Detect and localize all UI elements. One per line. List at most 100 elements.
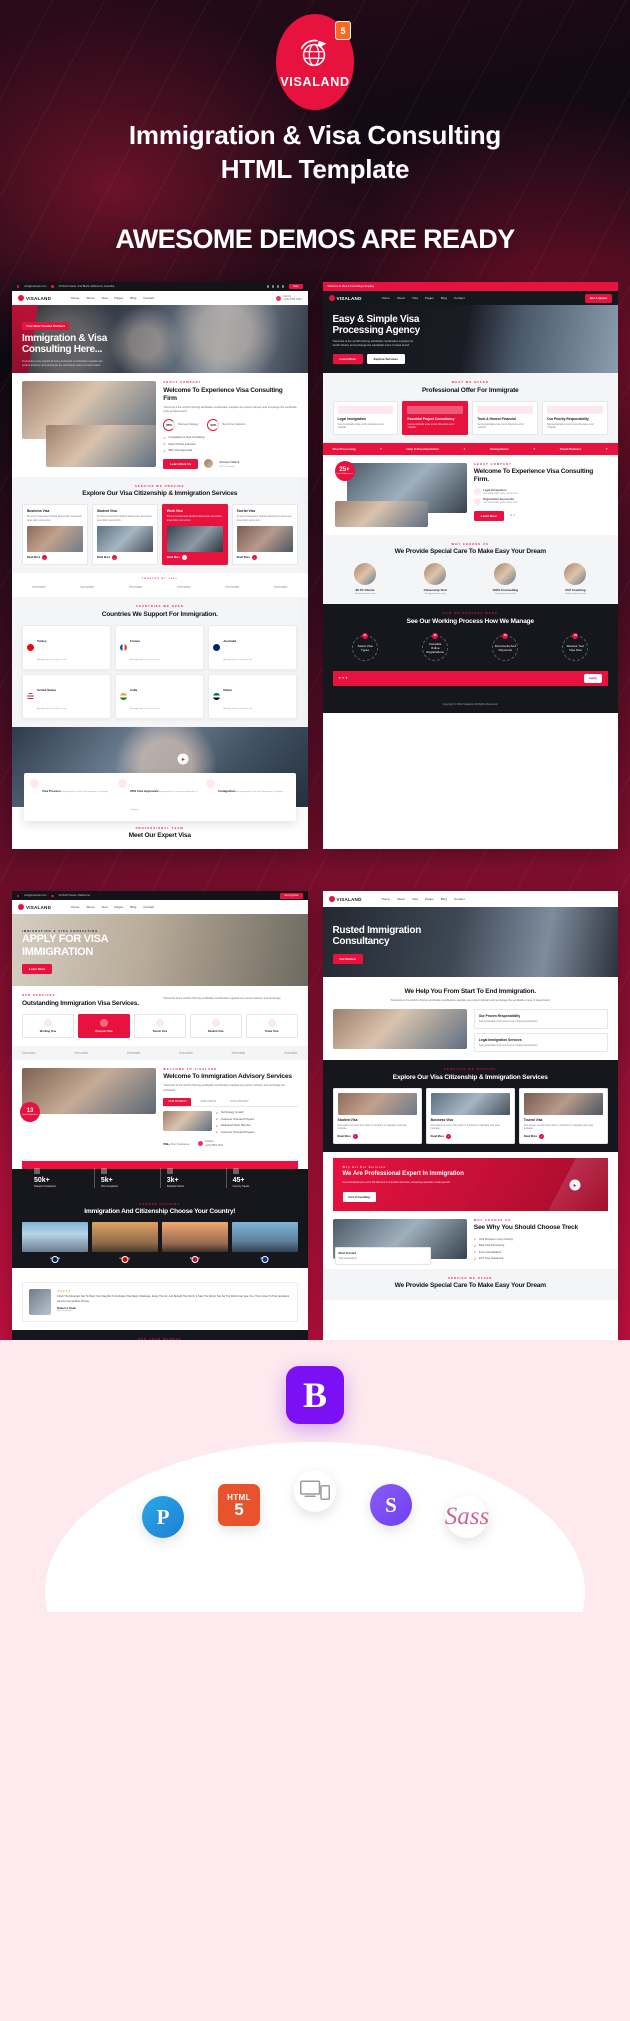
demo2-hero-secondary-button[interactable]: Explore Services	[366, 354, 405, 365]
menu-item-pages[interactable]: Pages	[114, 905, 123, 909]
menu-item-contact[interactable]: Contact	[143, 905, 154, 909]
offer-card[interactable]: Trust & Honest Financial Sed perspiciati…	[472, 400, 539, 435]
menu-item-visa[interactable]: Visa	[101, 296, 107, 300]
demo1-about-button[interactable]: Learn More Us	[163, 458, 199, 469]
menu-item-pages[interactable]: Pages	[425, 296, 434, 300]
city-item[interactable]: Australia	[22, 1222, 88, 1264]
tab-our-mission[interactable]: OUR MISSION	[163, 1097, 192, 1106]
location-icon	[51, 894, 54, 897]
demo3-topbar-cta[interactable]: Get A Quote	[280, 892, 303, 899]
service-tile[interactable]: Travel Visa	[245, 1013, 298, 1038]
service-link[interactable]: Read More	[167, 556, 180, 559]
demo1-video-block[interactable]: ▶ Visa ProcessSed perspiciatis unde omni…	[12, 726, 308, 821]
demo2-menu[interactable]: Home About Visa Pages Blog Contact	[382, 296, 465, 300]
demo3-logo[interactable]: VISALAND	[18, 904, 51, 911]
demo2-hero-primary-button[interactable]: Learn More	[332, 354, 363, 365]
demo1-menu[interactable]: Home About Visa Pages Blog Contact	[71, 296, 154, 300]
country-item[interactable]: Dubai Average time to receive a visa	[208, 673, 298, 719]
demo4-expert-button[interactable]: Free Consulting	[342, 1191, 376, 1202]
menu-item-visa[interactable]: Visa	[101, 905, 107, 909]
demo4-hero-button[interactable]: Get Started	[332, 953, 363, 964]
country-item[interactable]: Australia Average time to receive a visa	[208, 624, 298, 670]
country-item[interactable]: India Average time to receive a visa	[115, 673, 205, 719]
demo2-logo[interactable]: VISALAND	[328, 295, 362, 301]
demo1-topbar-address: 20 North Street, 2nd Block, Melbourne, A…	[58, 285, 115, 288]
social-icons[interactable]	[266, 285, 285, 288]
demo4-menu[interactable]: Home About Visa Pages Blog Contact	[382, 897, 465, 901]
service-card[interactable]: Business Visa Duis autem vel eum iriure …	[425, 1087, 515, 1144]
demo-card-3[interactable]: info@example.com 20 North Street, Melbou…	[12, 891, 308, 1340]
service-tile[interactable]: Student Visa	[189, 1013, 242, 1038]
service-card[interactable]: Business Visa Sit amet consectetur facil…	[22, 504, 88, 566]
city-item[interactable]: Russia	[231, 1222, 298, 1264]
demo2-about-button[interactable]: Learn More	[473, 510, 504, 521]
service-link[interactable]: Read More	[27, 556, 40, 559]
service-link[interactable]: Read More	[338, 1135, 351, 1138]
play-icon[interactable]: ▶	[177, 753, 189, 765]
service-link[interactable]: Read More	[97, 556, 110, 559]
service-tile[interactable]: Tourist Visa	[133, 1013, 186, 1038]
demo1-topbar-cta[interactable]: Help	[289, 283, 303, 290]
demo1-about-title: Welcome To Experience Visa Consulting Fi…	[163, 386, 283, 402]
demo-card-2[interactable]: Welcome to Visa & Consulting Company VIS…	[322, 282, 618, 850]
menu-item-contact[interactable]: Contact	[454, 296, 465, 300]
tab-our-history[interactable]: OUR HISTORY	[225, 1098, 254, 1106]
demo3-testimonial-section: ★★★★★ Climb The Mountain Not To Plant Yo…	[12, 1268, 308, 1331]
offer-card[interactable]: Legal Immigration Sed perspiciatis unde …	[332, 400, 399, 435]
process-cta-button[interactable]: Apply	[583, 673, 602, 683]
service-title: Student Visa	[337, 1117, 358, 1122]
menu-item-pages[interactable]: Pages	[425, 897, 434, 901]
service-card[interactable]: Student Visa Duis autem vel eum iriure d…	[332, 1087, 422, 1144]
menu-item-blog[interactable]: Blog	[441, 897, 447, 901]
demo3-hero: IMMIGRATION & VISA CONSULTING APPLY FOR …	[12, 914, 308, 987]
menu-item-home[interactable]: Home	[71, 905, 79, 909]
offer-card[interactable]: Our Priority Responsibility Sed perspici…	[542, 400, 608, 435]
page-title-line2: HTML Template	[220, 154, 410, 185]
menu-item-home[interactable]: Home	[71, 296, 79, 300]
menu-item-pages[interactable]: Pages	[114, 296, 123, 300]
tab-our-vision[interactable]: OUR VISION	[195, 1098, 221, 1106]
service-link[interactable]: Read More	[431, 1135, 444, 1138]
menu-item-blog[interactable]: Blog	[130, 905, 136, 909]
demo3-hero-button[interactable]: Learn More	[22, 963, 53, 974]
advisory-tabs[interactable]: OUR MISSION OUR VISION OUR HISTORY	[163, 1097, 298, 1107]
menu-item-visa[interactable]: Visa	[412, 296, 418, 300]
menu-item-home[interactable]: Home	[382, 897, 390, 901]
menu-item-about[interactable]: About	[86, 905, 94, 909]
menu-item-blog[interactable]: Blog	[441, 296, 447, 300]
service-card-active[interactable]: Work Visa Sit amet consectetur facilisis…	[161, 504, 228, 566]
service-link[interactable]: Read More	[237, 556, 250, 559]
demo2-offer-eyebrow: WHAT WE OFFER	[451, 381, 489, 384]
play-icon[interactable]: ▶	[569, 1179, 581, 1191]
country-item[interactable]: France Average time to receive a visa	[115, 624, 205, 670]
demo-card-4[interactable]: VISALAND Home About Visa Pages Blog Cont…	[322, 891, 618, 1340]
service-link[interactable]: Read More	[524, 1135, 537, 1138]
menu-item-contact[interactable]: Contact	[454, 897, 465, 901]
service-card[interactable]: Student Visa Sit amet consectetur facili…	[91, 504, 158, 566]
demo1-logo[interactable]: VISALAND	[18, 295, 51, 301]
menu-item-visa[interactable]: Visa	[412, 897, 418, 901]
service-card[interactable]: Tourist Visa Sit amet consectetur facili…	[231, 504, 298, 566]
city-item[interactable]: England	[161, 1222, 228, 1264]
brand-strip: #envato #envato #envato #envato #envato …	[22, 580, 298, 595]
demo-card-1[interactable]: info@example.com 20 North Street, 2nd Bl…	[12, 282, 308, 850]
demo4-logo[interactable]: VISALAND	[328, 896, 362, 903]
tile-icon	[43, 1018, 52, 1027]
menu-item-blog[interactable]: Blog	[130, 296, 136, 300]
demo3-menu[interactable]: Home About Visa Pages Blog Contact	[71, 905, 154, 909]
city-item[interactable]: Germany	[91, 1222, 158, 1264]
country-item[interactable]: Turkey Average time to receive a visa	[22, 624, 112, 670]
offer-card-active[interactable]: Essential Project Consultancy Sed perspi…	[402, 400, 469, 435]
demo2-nav-cta[interactable]: Get A Quote	[584, 293, 612, 303]
menu-item-about[interactable]: About	[86, 296, 94, 300]
menu-item-contact[interactable]: Contact	[143, 296, 154, 300]
demo1-phone[interactable]: Call Us +(24) 6584 2154	[276, 295, 302, 302]
country-item[interactable]: United States Average time to receive a v…	[22, 673, 112, 719]
menu-item-about[interactable]: About	[397, 296, 405, 300]
service-tile[interactable]: Working Visa	[22, 1013, 74, 1038]
menu-item-about[interactable]: About	[397, 897, 405, 901]
service-tile-active[interactable]: Passport Visa	[77, 1013, 130, 1038]
tech-stack-section: B P HTML 5 S Sass	[0, 1340, 630, 1612]
service-card[interactable]: Tourist Visa Duis autem vel eum iriure d…	[518, 1087, 608, 1144]
menu-item-home[interactable]: Home	[382, 296, 390, 300]
